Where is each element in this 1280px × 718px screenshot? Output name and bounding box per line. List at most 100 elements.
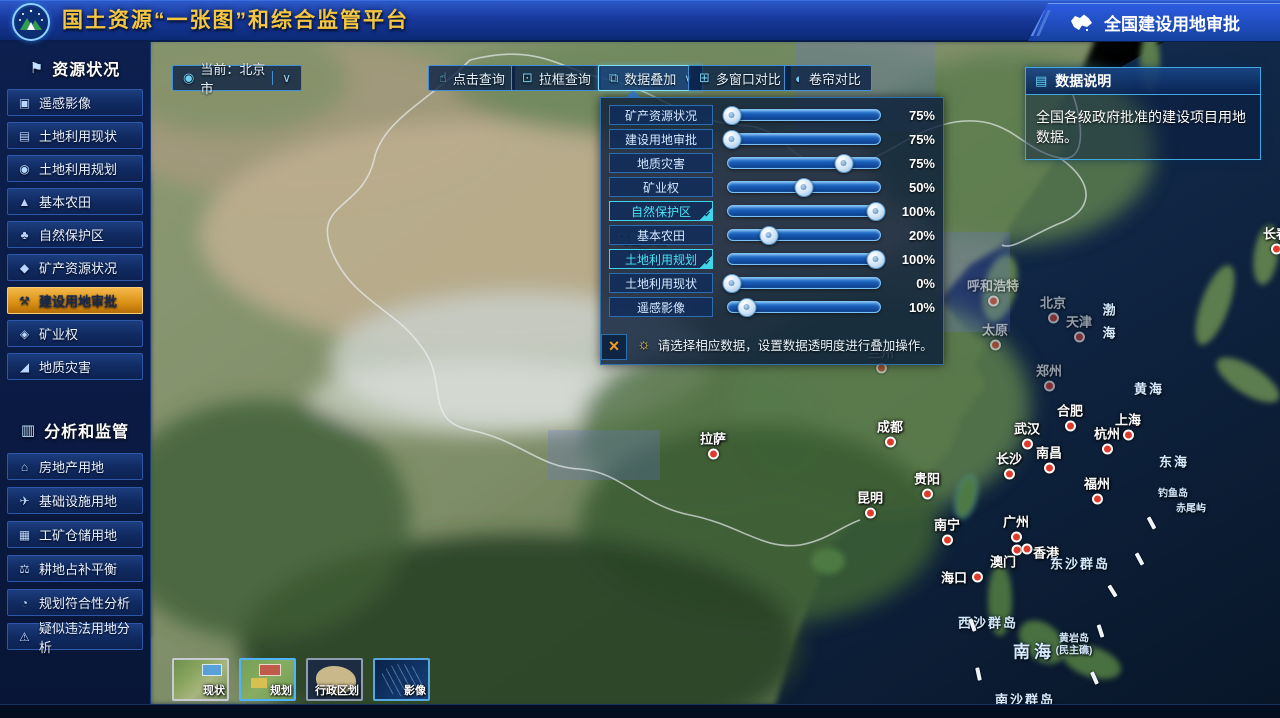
sidebar-item-real-estate-land[interactable]: ⌂ 房地产用地 bbox=[7, 453, 143, 480]
data-description-body: 全国各级政府批准的建设项目用地数据。 bbox=[1026, 95, 1260, 159]
overlay-layer-toggle[interactable]: 建设用地审批 bbox=[609, 129, 713, 149]
sidebar-item-industrial-storage-land[interactable]: ▦ 工矿仓储用地 bbox=[7, 521, 143, 548]
header-right-tab[interactable]: 全国建设用地审批 bbox=[1028, 3, 1280, 41]
overlay-layer-toggle[interactable]: 基本农田 bbox=[609, 225, 713, 245]
basemap-thumb-label: 影像 bbox=[404, 682, 426, 698]
sidebar-item-remote-sensing[interactable]: ▣ 遥感影像 bbox=[7, 89, 143, 116]
current-region-selector[interactable]: ◉ 当前：北京市 ∨ bbox=[172, 65, 302, 91]
slider-track[interactable] bbox=[727, 229, 881, 241]
overlay-layer-toggle[interactable]: 矿业权 bbox=[609, 177, 713, 197]
page-title: 国土资源“一张图”和综合监管平台 bbox=[62, 0, 409, 40]
opacity-value: 75% bbox=[891, 108, 935, 123]
sidebar-section-resources: ⚑ 资源状况 bbox=[0, 56, 150, 80]
slider-knob[interactable] bbox=[867, 202, 886, 221]
opacity-slider[interactable] bbox=[727, 109, 881, 121]
slider-track[interactable] bbox=[727, 205, 881, 217]
sidebar-item-icon: ⌂ bbox=[17, 460, 32, 474]
opacity-slider[interactable] bbox=[727, 301, 881, 313]
overlay-row-mineral-resources: 矿产资源状况 75% bbox=[609, 105, 935, 125]
slider-knob[interactable] bbox=[722, 274, 741, 293]
sidebar-item-infrastructure-land[interactable]: ✈ 基础设施用地 bbox=[7, 487, 143, 514]
sidebar-item-icon: ♣ bbox=[17, 228, 32, 242]
swipe-compare-button[interactable]: ◐ 卷帘对比 bbox=[784, 65, 872, 91]
toolbar-button-label: 点击查询 bbox=[453, 69, 505, 88]
chevron-down-icon[interactable]: ∨ bbox=[272, 71, 291, 85]
lamp-icon: ☼ bbox=[637, 336, 651, 353]
slider-knob[interactable] bbox=[722, 106, 741, 125]
slider-track[interactable] bbox=[727, 133, 881, 145]
sidebar-item-geological-hazards[interactable]: ◢ 地质灾害 bbox=[7, 353, 143, 380]
basemap-thumb-admin-divisions[interactable]: 行政区划 bbox=[306, 658, 363, 701]
sidebar-item-nature-reserve[interactable]: ♣ 自然保护区 bbox=[7, 221, 143, 248]
toolbar-button-icon: ⧉ bbox=[609, 70, 618, 86]
sidebar-item-construction-land-approval[interactable]: ⚒ 建设用地审批 bbox=[7, 287, 143, 314]
basemap-thumb-planning[interactable]: 规划 bbox=[239, 658, 296, 701]
slider-knob[interactable] bbox=[835, 154, 854, 173]
slider-knob[interactable] bbox=[795, 178, 814, 197]
opacity-slider[interactable] bbox=[727, 277, 881, 289]
panel-hint-text: 请选择相应数据，设置数据透明度进行叠加操作。 bbox=[658, 335, 933, 354]
sidebar-item-icon: ▦ bbox=[17, 528, 32, 542]
slider-track[interactable] bbox=[727, 109, 881, 121]
opacity-slider[interactable] bbox=[727, 253, 881, 265]
opacity-slider[interactable] bbox=[727, 181, 881, 193]
sidebar-section-analysis: ▥ 分析和监管 bbox=[0, 418, 150, 442]
slider-knob[interactable] bbox=[738, 298, 757, 317]
opacity-value: 50% bbox=[891, 180, 935, 195]
slider-knob[interactable] bbox=[722, 130, 741, 149]
basemap-thumb-current[interactable]: 现状 bbox=[172, 658, 229, 701]
overlay-layer-toggle[interactable]: 遥感影像 bbox=[609, 297, 713, 317]
toolbar-button-label: 多窗口对比 bbox=[716, 69, 781, 88]
basemap-thumb-imagery[interactable]: 影像 bbox=[373, 658, 430, 701]
toolbar-button-icon: ⊡ bbox=[522, 70, 533, 86]
click-query-button[interactable]: ☝ 点击查询 bbox=[428, 65, 516, 91]
slider-track[interactable] bbox=[727, 253, 881, 265]
opacity-value: 100% bbox=[891, 252, 935, 267]
overlay-row-construction-land-approval: 建设用地审批 75% bbox=[609, 129, 935, 149]
slider-knob[interactable] bbox=[867, 250, 886, 269]
bottom-bar bbox=[0, 704, 1280, 718]
sidebar-item-label: 工矿仓储用地 bbox=[39, 525, 117, 544]
opacity-value: 100% bbox=[891, 204, 935, 219]
sidebar-item-label: 基本农田 bbox=[39, 192, 91, 211]
sidebar-item-icon: ◉ bbox=[17, 162, 32, 176]
slider-knob[interactable] bbox=[759, 226, 778, 245]
app-logo bbox=[12, 3, 50, 41]
sidebar-item-land-use-planning[interactable]: ◉ 土地利用规划 bbox=[7, 155, 143, 182]
sidebar-item-farmland-balance[interactable]: ⚖ 耕地占补平衡 bbox=[7, 555, 143, 582]
opacity-slider[interactable] bbox=[727, 229, 881, 241]
sidebar-item-mineral-resources[interactable]: ◆ 矿产资源状况 bbox=[7, 254, 143, 281]
overlay-layer-toggle[interactable]: 土地利用规划 bbox=[609, 249, 713, 269]
basemap-thumb-label: 现状 bbox=[203, 682, 225, 698]
opacity-slider[interactable] bbox=[727, 205, 881, 217]
sidebar-item-basic-farmland[interactable]: ▲ 基本农田 bbox=[7, 188, 143, 215]
overlay-layer-toggle[interactable]: 地质灾害 bbox=[609, 153, 713, 173]
sidebar-item-icon: ⚖ bbox=[17, 562, 32, 576]
sidebar-item-label: 土地利用规划 bbox=[39, 159, 117, 178]
multi-window-compare-button[interactable]: ⊞ 多窗口对比 bbox=[688, 65, 792, 91]
slider-track[interactable] bbox=[727, 277, 881, 289]
basemap-thumb-label: 规划 bbox=[270, 682, 292, 698]
sidebar-item-land-use-current[interactable]: ▤ 土地利用现状 bbox=[7, 122, 143, 149]
overlay-layer-toggle[interactable]: 自然保护区 bbox=[609, 201, 713, 221]
bar-chart-icon: ▥ bbox=[21, 421, 36, 439]
app-header: 国土资源“一张图”和综合监管平台 全国建设用地审批 bbox=[0, 0, 1280, 42]
opacity-value: 20% bbox=[891, 228, 935, 243]
box-query-button[interactable]: ⊡ 拉框查询 bbox=[511, 65, 602, 91]
overlay-layer-toggle[interactable]: 土地利用现状 bbox=[609, 273, 713, 293]
opacity-slider[interactable] bbox=[727, 133, 881, 145]
opacity-slider[interactable] bbox=[727, 157, 881, 169]
toolbar-button-label: 数据叠加 bbox=[624, 69, 676, 88]
sidebar-item-suspected-illegal-land[interactable]: ⚠ 疑似违法用地分析 bbox=[7, 623, 143, 650]
panel-footer: × ☼ 请选择相应数据，设置数据透明度进行叠加操作。 bbox=[601, 330, 943, 358]
slider-track[interactable] bbox=[727, 157, 881, 169]
opacity-value: 0% bbox=[891, 276, 935, 291]
sidebar-item-label: 规划符合性分析 bbox=[39, 593, 130, 612]
data-description-title: 数据说明 bbox=[1055, 71, 1111, 91]
sidebar-item-icon: ◆ bbox=[17, 261, 32, 275]
sidebar-item-planning-compliance[interactable]: ◔ 规划符合性分析 bbox=[7, 589, 143, 616]
sidebar-item-label: 建设用地审批 bbox=[39, 291, 117, 310]
close-panel-button[interactable]: × bbox=[601, 334, 627, 360]
sidebar-item-mining-rights[interactable]: ◈ 矿业权 bbox=[7, 320, 143, 347]
overlay-layer-toggle[interactable]: 矿产资源状况 bbox=[609, 105, 713, 125]
